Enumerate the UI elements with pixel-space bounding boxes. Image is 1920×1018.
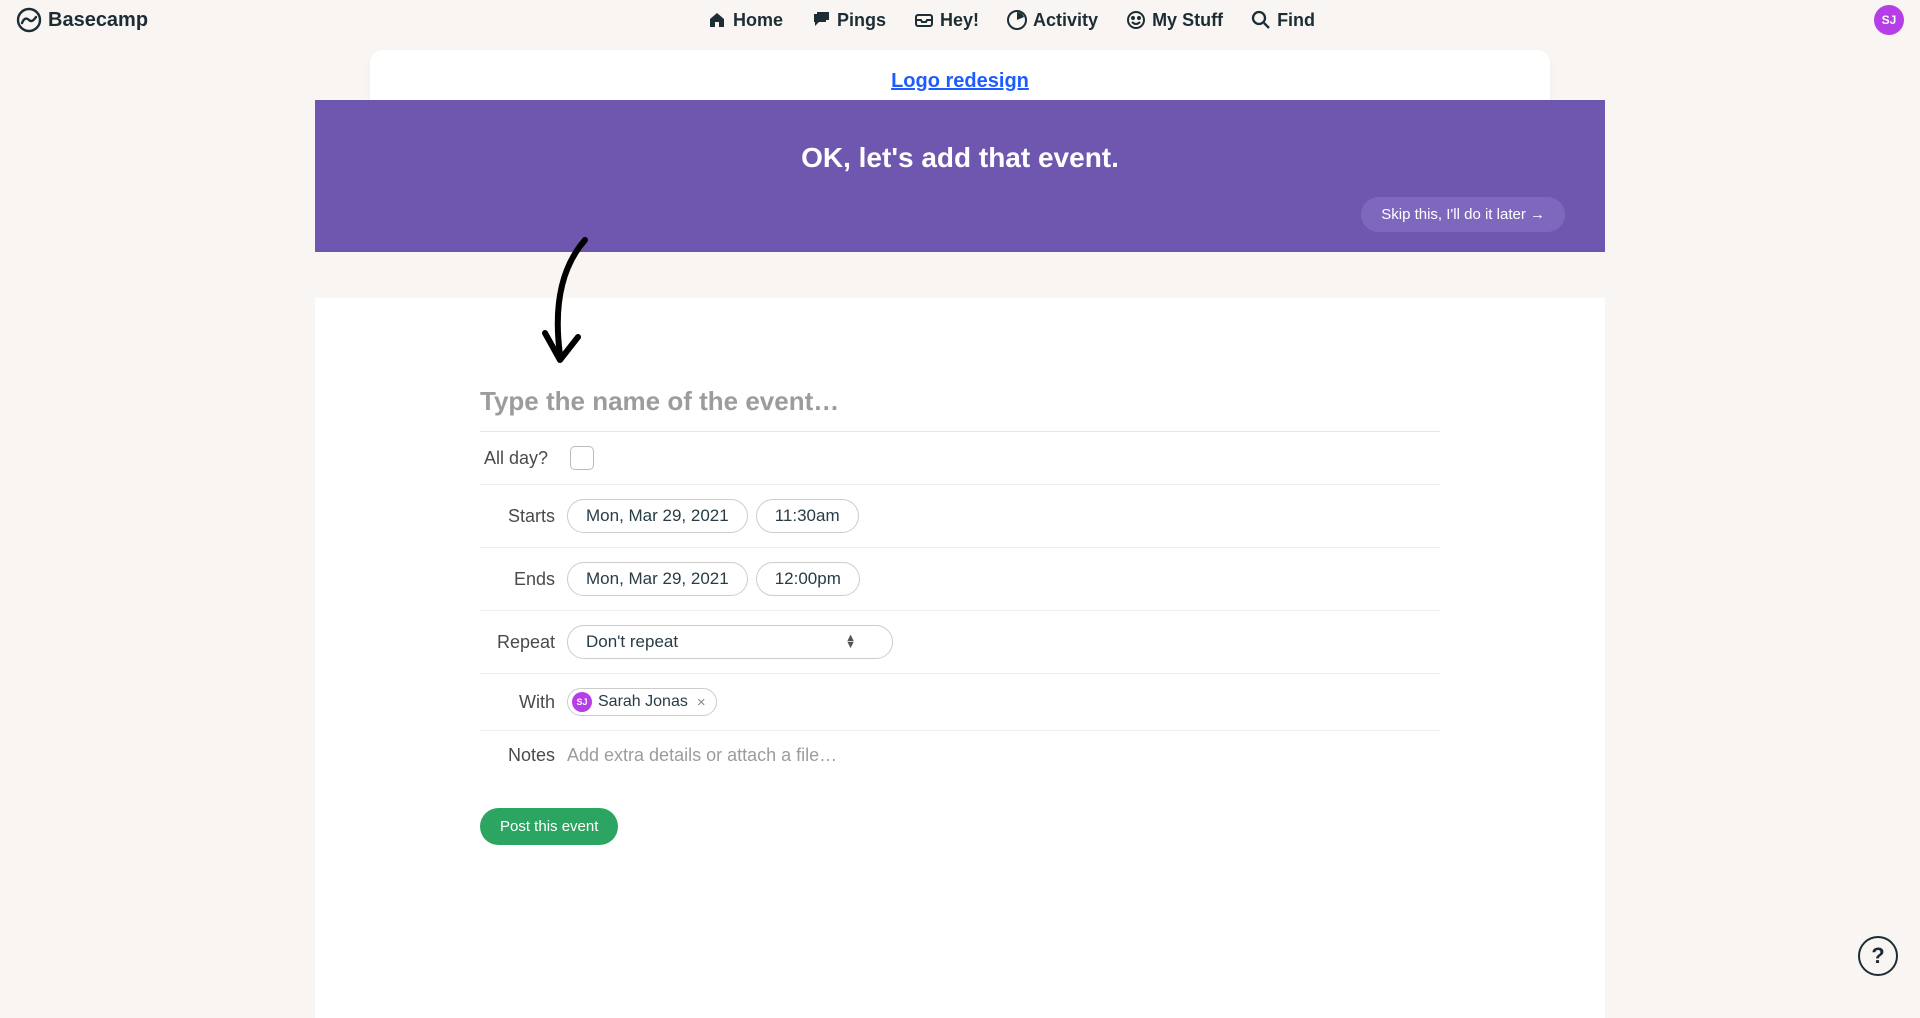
nav-mystuff-label: My Stuff [1152, 10, 1223, 31]
chip-name: Sarah Jonas [598, 693, 688, 711]
brand-label: Basecamp [48, 9, 148, 32]
participant-chip[interactable]: SJ Sarah Jonas × [567, 688, 717, 716]
home-icon [707, 10, 727, 30]
nav-pings[interactable]: Pings [811, 10, 886, 31]
top-nav: Basecamp Home Pings Hey! Activity [0, 0, 1920, 40]
nav-links: Home Pings Hey! Activity My Stuff [148, 10, 1874, 31]
basecamp-icon [16, 7, 42, 33]
nav-home-label: Home [733, 10, 783, 31]
repeat-value: Don't repeat [586, 632, 678, 652]
allday-checkbox[interactable] [570, 446, 594, 470]
row-repeat: Repeat Don't repeat ▲▼ [480, 611, 1440, 674]
nav-hey[interactable]: Hey! [914, 10, 979, 31]
allday-label: All day? [484, 448, 548, 469]
repeat-select[interactable]: Don't repeat ▲▼ [567, 625, 893, 659]
chip-avatar: SJ [572, 692, 592, 712]
search-icon [1251, 10, 1271, 30]
row-allday: All day? [480, 432, 1440, 485]
with-label: With [480, 692, 555, 713]
nav-mystuff[interactable]: My Stuff [1126, 10, 1223, 31]
row-ends: Ends Mon, Mar 29, 2021 12:00pm [480, 548, 1440, 611]
notes-label: Notes [480, 745, 555, 766]
activity-icon [1007, 10, 1027, 30]
event-name-input[interactable] [480, 378, 1440, 432]
inbox-icon [914, 10, 934, 30]
banner-title: OK, let's add that event. [355, 142, 1565, 174]
repeat-label: Repeat [480, 632, 555, 653]
row-starts: Starts Mon, Mar 29, 2021 11:30am [480, 485, 1440, 548]
row-with: With SJ Sarah Jonas × [480, 674, 1440, 731]
row-notes: Notes Add extra details or attach a file… [480, 731, 1440, 780]
chevron-updown-icon: ▲▼ [845, 635, 856, 649]
basecamp-logo[interactable]: Basecamp [16, 7, 148, 33]
notes-input[interactable]: Add extra details or attach a file… [567, 745, 837, 766]
starts-date[interactable]: Mon, Mar 29, 2021 [567, 499, 748, 533]
user-avatar[interactable]: SJ [1874, 5, 1904, 35]
nav-hey-label: Hey! [940, 10, 979, 31]
help-icon: ? [1871, 943, 1884, 969]
nav-home[interactable]: Home [707, 10, 783, 31]
smile-icon [1126, 10, 1146, 30]
avatar-initials: SJ [1882, 13, 1897, 27]
starts-time[interactable]: 11:30am [756, 499, 859, 533]
help-button[interactable]: ? [1858, 936, 1898, 976]
starts-label: Starts [480, 506, 555, 527]
ends-date[interactable]: Mon, Mar 29, 2021 [567, 562, 748, 596]
ends-label: Ends [480, 569, 555, 590]
skip-button[interactable]: Skip this, I'll do it later → [1361, 197, 1565, 232]
nav-activity[interactable]: Activity [1007, 10, 1098, 31]
nav-pings-label: Pings [837, 10, 886, 31]
nav-find-label: Find [1277, 10, 1315, 31]
ends-time[interactable]: 12:00pm [756, 562, 860, 596]
onboarding-banner: OK, let's add that event. Skip this, I'l… [315, 100, 1605, 252]
event-form: All day? Starts Mon, Mar 29, 2021 11:30a… [315, 298, 1605, 1018]
chat-icon [811, 10, 831, 30]
post-event-button[interactable]: Post this event [480, 808, 618, 845]
nav-activity-label: Activity [1033, 10, 1098, 31]
chip-remove-icon[interactable]: × [694, 694, 706, 711]
content-wrap: Logo redesign OK, let's add that event. … [0, 40, 1920, 113]
nav-find[interactable]: Find [1251, 10, 1315, 31]
